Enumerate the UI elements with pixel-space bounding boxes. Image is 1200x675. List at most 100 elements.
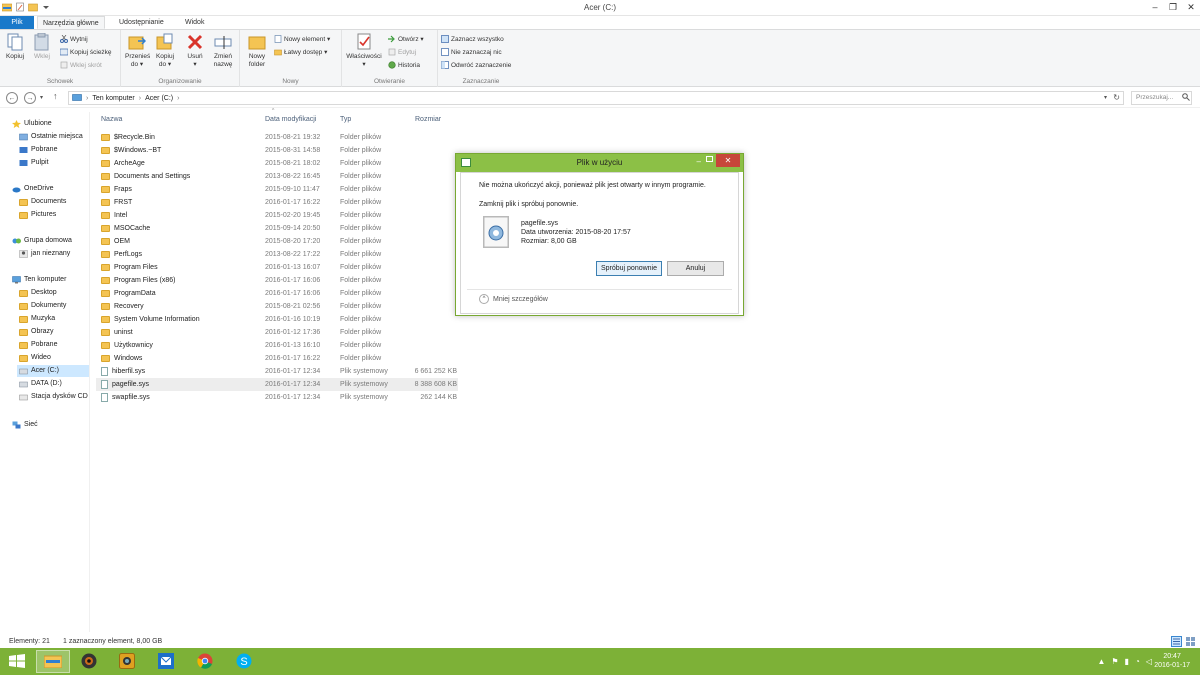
taskbar-file-explorer[interactable] [36,650,70,673]
file-row[interactable]: PerfLogs 2013-08-22 17:22 Folder plików [96,248,458,261]
invert-selection-button[interactable]: Odwróć zaznaczenie [441,60,511,70]
tab-share[interactable]: Udostępnianie [114,16,169,29]
taskbar-media-app[interactable] [72,650,106,673]
select-none-button[interactable]: Nie zaznaczaj nic [441,47,502,57]
breadcrumb-this-pc[interactable]: Ten komputer [92,95,134,102]
tray-wifi-icon[interactable]: ◔ [1135,657,1140,666]
start-button[interactable] [0,650,34,673]
back-button[interactable]: ← [6,92,18,104]
rename-button[interactable]: Zmień nazwę [211,33,235,69]
file-row[interactable]: Intel 2015-02-20 19:45 Folder plików [96,209,458,222]
taskbar-chrome[interactable] [188,650,222,673]
tray-network-icon[interactable]: ▮ [1125,657,1129,666]
column-header-type[interactable]: Typ [340,112,351,127]
maximize-button[interactable]: ❐ [1164,0,1182,14]
minimize-button[interactable]: – [1146,0,1164,14]
cut-button[interactable]: Wytnij [60,34,88,44]
file-row[interactable]: swapfile.sys 2016-01-17 12:34 Plik systemo… [96,391,458,404]
file-row[interactable]: hiberfil.sys 2016-01-17 12:34 Plik systemo… [96,365,458,378]
new-item-button[interactable]: Nowy element ▾ [274,34,330,44]
file-row[interactable]: MSOCache 2015-09-14 20:50 Folder plików [96,222,458,235]
clock[interactable]: 20:47 2016-01-17 [1154,652,1190,670]
file-row[interactable]: ProgramData 2016-01-17 16:06 Folder plików [96,287,458,300]
file-row[interactable]: $Windows.~BT 2015-08-31 14:58 Folder plikó… [96,144,458,157]
file-row[interactable]: Program Files (x86) 2016-01-17 16:06 Folde… [96,274,458,287]
column-header-date[interactable]: Data modyfikacji [265,112,316,127]
less-details-toggle[interactable]: ^ Mniej szczegółów [479,294,548,304]
tray-flag-icon[interactable]: ⚑ [1111,657,1118,666]
nav-recent-places[interactable]: Ostatnie miejsca [19,131,83,143]
taskbar-skype[interactable]: S [227,650,261,673]
nav-drive-c[interactable]: Acer (C:) [17,365,89,377]
nav-pc-music[interactable]: Muzyka [19,313,55,325]
nav-pc-desktop[interactable]: Desktop [19,287,57,299]
new-folder-button[interactable]: Nowy folder [244,33,270,69]
file-row[interactable]: Użytkownicy 2016-01-13 16:10 Folder plików [96,339,458,352]
nav-downloads[interactable]: Pobrane [19,144,57,156]
column-header-size[interactable]: Rozmiar [415,112,441,127]
nav-homegroup[interactable]: Grupa domowa [12,235,72,247]
tray-volume-icon[interactable]: ◁ [1146,657,1152,666]
nav-pc-documents[interactable]: Dokumenty [19,300,66,312]
nav-pc-videos[interactable]: Wideo [19,352,51,364]
recent-locations-chevron-icon[interactable]: ▾ [40,94,43,101]
history-button[interactable]: Historia [388,60,420,70]
paste-button[interactable]: Wklej [31,32,53,61]
retry-button[interactable]: Spróbuj ponownie [596,261,662,276]
breadcrumb-drive-c[interactable]: Acer (C:) [145,95,173,102]
nav-favorites[interactable]: Ulubione [12,118,52,130]
file-row[interactable]: Documents and Settings 2013-08-22 16:45 Fo… [96,170,458,183]
file-row[interactable]: OEM 2015-08-20 17:20 Folder plików [96,235,458,248]
file-row[interactable]: Windows 2016-01-17 16:22 Folder plików [96,352,458,365]
file-name-cell: hiberfil.sys [101,365,145,378]
tab-file[interactable]: Plik [0,16,34,29]
file-row[interactable]: pagefile.sys 2016-01-17 12:34 Plik systemo… [96,378,458,391]
delete-button[interactable]: Usuń ▾ [184,33,206,69]
close-button[interactable]: ✕ [1182,0,1200,14]
nav-this-pc[interactable]: Ten komputer [12,274,66,286]
copy-to-button[interactable]: Kopiuj do ▾ [153,33,177,69]
nav-pictures[interactable]: Pictures [19,209,56,221]
file-row[interactable]: FRST 2016-01-17 16:22 Folder plików [96,196,458,209]
select-all-button[interactable]: Zaznacz wszystko [441,34,504,44]
refresh-button[interactable]: ↻ [1113,93,1120,102]
copy-path-button[interactable]: Kopiuj ścieżkę [59,47,112,57]
nav-drive-d[interactable]: DATA (D:) [19,378,62,390]
file-row[interactable]: uninst 2016-01-12 17:36 Folder plików [96,326,458,339]
forward-button[interactable]: → [24,92,36,104]
cancel-button[interactable]: Anuluj [667,261,724,276]
copy-button[interactable]: Kopiuj [4,33,26,61]
file-row[interactable]: System Volume Information 2016-01-16 10:1… [96,313,458,326]
nav-network[interactable]: Sieć [12,419,38,431]
nav-cd-drive[interactable]: Stacja dysków CD [19,391,88,403]
taskbar-mail-app[interactable] [149,650,183,673]
nav-onedrive[interactable]: OneDrive [12,183,54,195]
file-row[interactable]: ArcheAge 2015-08-21 18:02 Folder plików [96,157,458,170]
nav-pc-downloads[interactable]: Pobrane [19,339,57,351]
easy-access-button[interactable]: Łatwy dostęp ▾ [274,47,327,57]
taskbar-webcam-app[interactable] [110,650,144,673]
tab-view[interactable]: Widok [180,16,209,29]
file-row[interactable]: Program Files 2016-01-13 16:07 Folder plik… [96,261,458,274]
file-row[interactable]: Fraps 2015-09-10 11:47 Folder plików [96,183,458,196]
open-button[interactable]: Otwórz ▾ [388,34,424,44]
file-row[interactable]: $Recycle.Bin 2015-08-21 19:32 Folder plikó… [96,131,458,144]
address-dropdown-icon[interactable]: ▾ [1104,94,1107,101]
file-row[interactable]: Recovery 2015-08-21 02:56 Folder plików [96,300,458,313]
nav-pc-pictures[interactable]: Obrazy [19,326,54,338]
tab-home[interactable]: Narzędzia główne [37,16,105,29]
move-to-button[interactable]: Przenieś do ▾ [125,33,150,69]
dialog-minimize-button[interactable]: – [697,157,701,166]
edit-button[interactable]: Edytuj [388,47,416,57]
up-button[interactable]: ↑ [53,91,58,101]
address-bar[interactable]: › Ten komputer › Acer (C:) › ▾ ↻ [68,91,1124,105]
nav-documents[interactable]: Documents [19,196,66,208]
dialog-close-button[interactable]: ✕ [716,154,740,167]
paste-shortcut-button[interactable]: Wklej skrót [60,60,102,70]
nav-desktop[interactable]: Pulpit [19,157,49,169]
nav-user[interactable]: jan nieznany [19,248,70,260]
tray-expand-icon[interactable]: ▲ [1098,657,1106,666]
file-name-cell: uninst [101,326,133,339]
column-header-name[interactable]: Nazwa [101,112,122,127]
properties-button[interactable]: Właściwości ▾ [346,33,382,69]
